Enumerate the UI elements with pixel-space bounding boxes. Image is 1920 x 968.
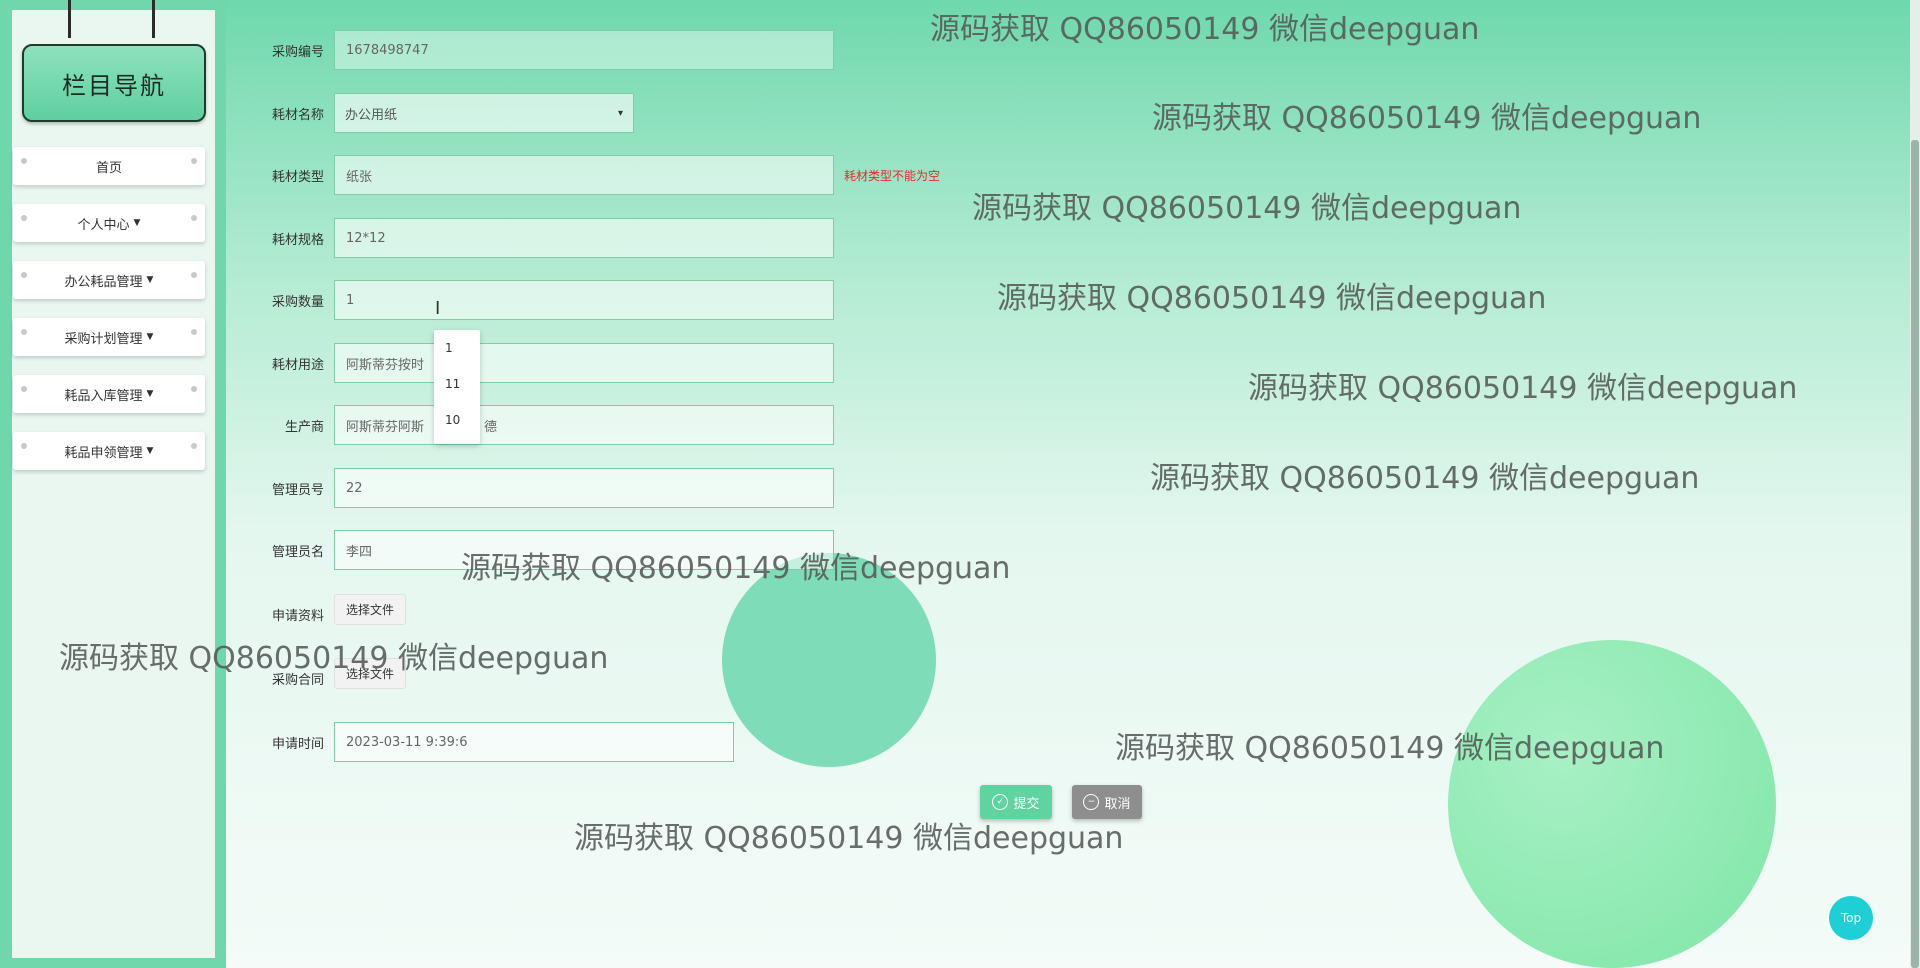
sidebar-item-label: 办公耗品管理 [64,274,143,290]
minus-circle-icon: − [1083,794,1100,810]
caret-down-icon: ▼ [146,275,154,285]
caret-down-icon: ▼ [146,389,154,399]
sidebar: 栏目导航 首页 个人中心 ▼ 办公耗品管理 ▼ 采购计划管理 ▼ 耗品入库管理 … [0,0,226,968]
autocomplete-option[interactable]: 1 [434,330,480,366]
watermark: 源码获取 QQ86050149 微信deepguan [1150,461,1700,496]
material-name-select[interactable]: 办公用纸 ▾ [334,93,634,133]
autocomplete-list: 1 11 10 [434,330,480,444]
pin-icon [191,386,197,392]
pin-icon [191,329,197,335]
pin-icon [21,443,27,449]
pin-icon [191,215,197,221]
sidebar-item-label: 耗品申领管理 [64,445,143,461]
decor-circle [1448,640,1776,968]
admin-no-input[interactable]: 22 [334,468,834,508]
pin-icon [191,158,197,164]
text-cursor-icon: I [435,298,441,319]
sidebar-item-stock-in[interactable]: 耗品入库管理 ▼ [13,375,205,413]
apply-time-label: 申请时间 [271,737,324,752]
sidebar-item-label: 耗品入库管理 [64,388,143,404]
material-use-label: 耗材用途 [271,358,324,373]
application-doc-label: 申请资料 [271,609,324,624]
manufacturer-value: 阿斯蒂芬阿斯 [346,419,425,435]
watermark: 源码获取 QQ86050149 微信deepguan [930,12,1480,47]
autocomplete-option[interactable]: 10 [434,402,480,438]
autocomplete-option[interactable]: 11 [434,366,480,402]
sidebar-item-office-supplies[interactable]: 办公耗品管理 ▼ [13,261,205,299]
scrollbar-thumb[interactable] [1911,140,1919,968]
cancel-label: 取消 [1104,796,1131,812]
material-type-error: 耗材类型不能为空 [844,169,941,183]
pin-icon [21,215,27,221]
watermark: 源码获取 QQ86050149 微信deepguan [997,281,1547,316]
pin-icon [191,272,197,278]
purchase-qty-input[interactable]: 1 [334,280,834,320]
material-spec-input[interactable]: 12*12 [334,218,834,258]
sidebar-item-label: 首页 [95,160,122,176]
scrollbar[interactable] [1910,0,1920,968]
purchase-qty-label: 采购数量 [271,295,324,310]
sidebar-item-purchase-plan[interactable]: 采购计划管理 ▼ [13,318,205,356]
caret-down-icon: ▼ [133,218,141,228]
manufacturer-value-tail: 德 [484,419,498,435]
material-spec-label: 耗材规格 [271,233,324,248]
pin-icon [21,272,27,278]
watermark: 源码获取 QQ86050149 微信deepguan [1115,731,1665,766]
application-doc-file-button[interactable]: 选择文件 [334,594,407,625]
hanger-rope [152,0,155,38]
pin-icon [21,386,27,392]
watermark: 源码获取 QQ86050149 微信deepguan [1152,101,1702,136]
check-circle-icon: ✓ [992,794,1009,810]
sidebar-item-personal[interactable]: 个人中心 ▼ [13,204,205,242]
nav-title: 栏目导航 [22,44,206,122]
manufacturer-input[interactable]: 阿斯蒂芬阿斯 德 [334,405,834,445]
caret-down-icon: ▼ [146,446,154,456]
material-type-label: 耗材类型 [271,170,324,185]
admin-name-label: 管理员名 [271,545,324,560]
watermark: 源码获取 QQ86050149 微信deepguan [59,641,609,676]
back-to-top-button[interactable]: Top [1829,896,1873,940]
sidebar-item-label: 个人中心 [77,217,130,233]
material-name-value: 办公用纸 [345,107,398,123]
admin-no-label: 管理员号 [271,483,324,498]
sidebar-item-home[interactable]: 首页 [13,147,205,185]
watermark: 源码获取 QQ86050149 微信deepguan [574,821,1124,856]
material-type-input[interactable]: 纸张 [334,155,834,195]
apply-time-input[interactable]: 2023-03-11 9:39:6 [334,722,734,762]
pin-icon [191,443,197,449]
purchase-no-input[interactable]: 1678498747 [334,30,834,70]
chevron-down-icon: ▾ [617,107,623,119]
watermark: 源码获取 QQ86050149 微信deepguan [461,551,1011,586]
sidebar-item-requisition[interactable]: 耗品申领管理 ▼ [13,432,205,470]
material-name-label: 耗材名称 [271,108,324,123]
watermark: 源码获取 QQ86050149 微信deepguan [972,191,1522,226]
sidebar-item-label: 采购计划管理 [64,331,143,347]
purchase-no-label: 采购编号 [271,45,324,60]
watermark: 源码获取 QQ86050149 微信deepguan [1248,371,1798,406]
pin-icon [21,158,27,164]
material-use-input[interactable]: 阿斯蒂芬按时 [334,343,834,383]
hanger-rope [68,0,71,38]
caret-down-icon: ▼ [146,332,154,342]
manufacturer-label: 生产商 [284,420,324,435]
submit-label: 提交 [1013,796,1040,812]
pin-icon [21,329,27,335]
